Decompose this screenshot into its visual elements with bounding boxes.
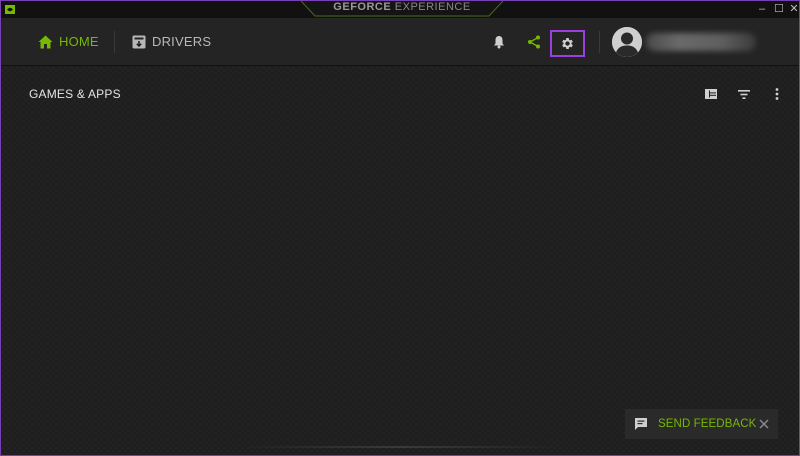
filter-icon [738,89,750,99]
user-avatar-icon [612,27,642,57]
nvidia-logo-icon [5,5,15,14]
more-options-icon [775,88,779,100]
feedback-close-button[interactable] [757,417,770,430]
home-icon [38,35,53,48]
window-title-bold: GEFORCE [333,1,392,13]
tab-home-label: HOME [59,34,99,49]
tab-drivers[interactable]: DRIVERS [132,18,211,65]
bottom-divider [241,446,561,448]
username-redacted [646,33,756,51]
app-window: GEFORCE EXPERIENCE – ☐ ✕ HOME DRIVERS GA… [0,0,800,456]
share-button[interactable] [524,32,544,52]
view-toggle-button[interactable] [703,86,719,102]
minimize-button[interactable]: – [753,2,771,16]
send-feedback-bar[interactable]: SEND FEEDBACK [625,409,778,439]
send-feedback-label[interactable]: SEND FEEDBACK [658,418,756,430]
bell-icon [494,36,504,49]
avatar[interactable] [612,27,642,57]
close-button[interactable]: ✕ [785,2,799,16]
share-icon [528,35,540,49]
nav-divider [599,31,600,53]
close-icon [758,418,769,429]
tab-drivers-label: DRIVERS [152,34,212,49]
main-content: GAMES & APPS [1,66,799,455]
window-title-light: EXPERIENCE [394,1,471,13]
top-nav: HOME DRIVERS [1,18,799,66]
feedback-icon [634,417,648,431]
notifications-button[interactable] [489,32,509,52]
grid-view-icon [705,89,717,99]
more-options-button[interactable] [769,86,785,102]
tab-home[interactable]: HOME [38,18,99,65]
section-title: GAMES & APPS [29,87,121,101]
gear-icon [562,38,573,49]
filter-button[interactable] [736,86,752,102]
drivers-icon [132,35,146,48]
settings-button[interactable] [550,30,585,57]
nav-divider [114,31,115,53]
title-bar[interactable]: GEFORCE EXPERIENCE – ☐ ✕ [1,1,799,18]
window-title: GEFORCE EXPERIENCE [301,1,503,15]
